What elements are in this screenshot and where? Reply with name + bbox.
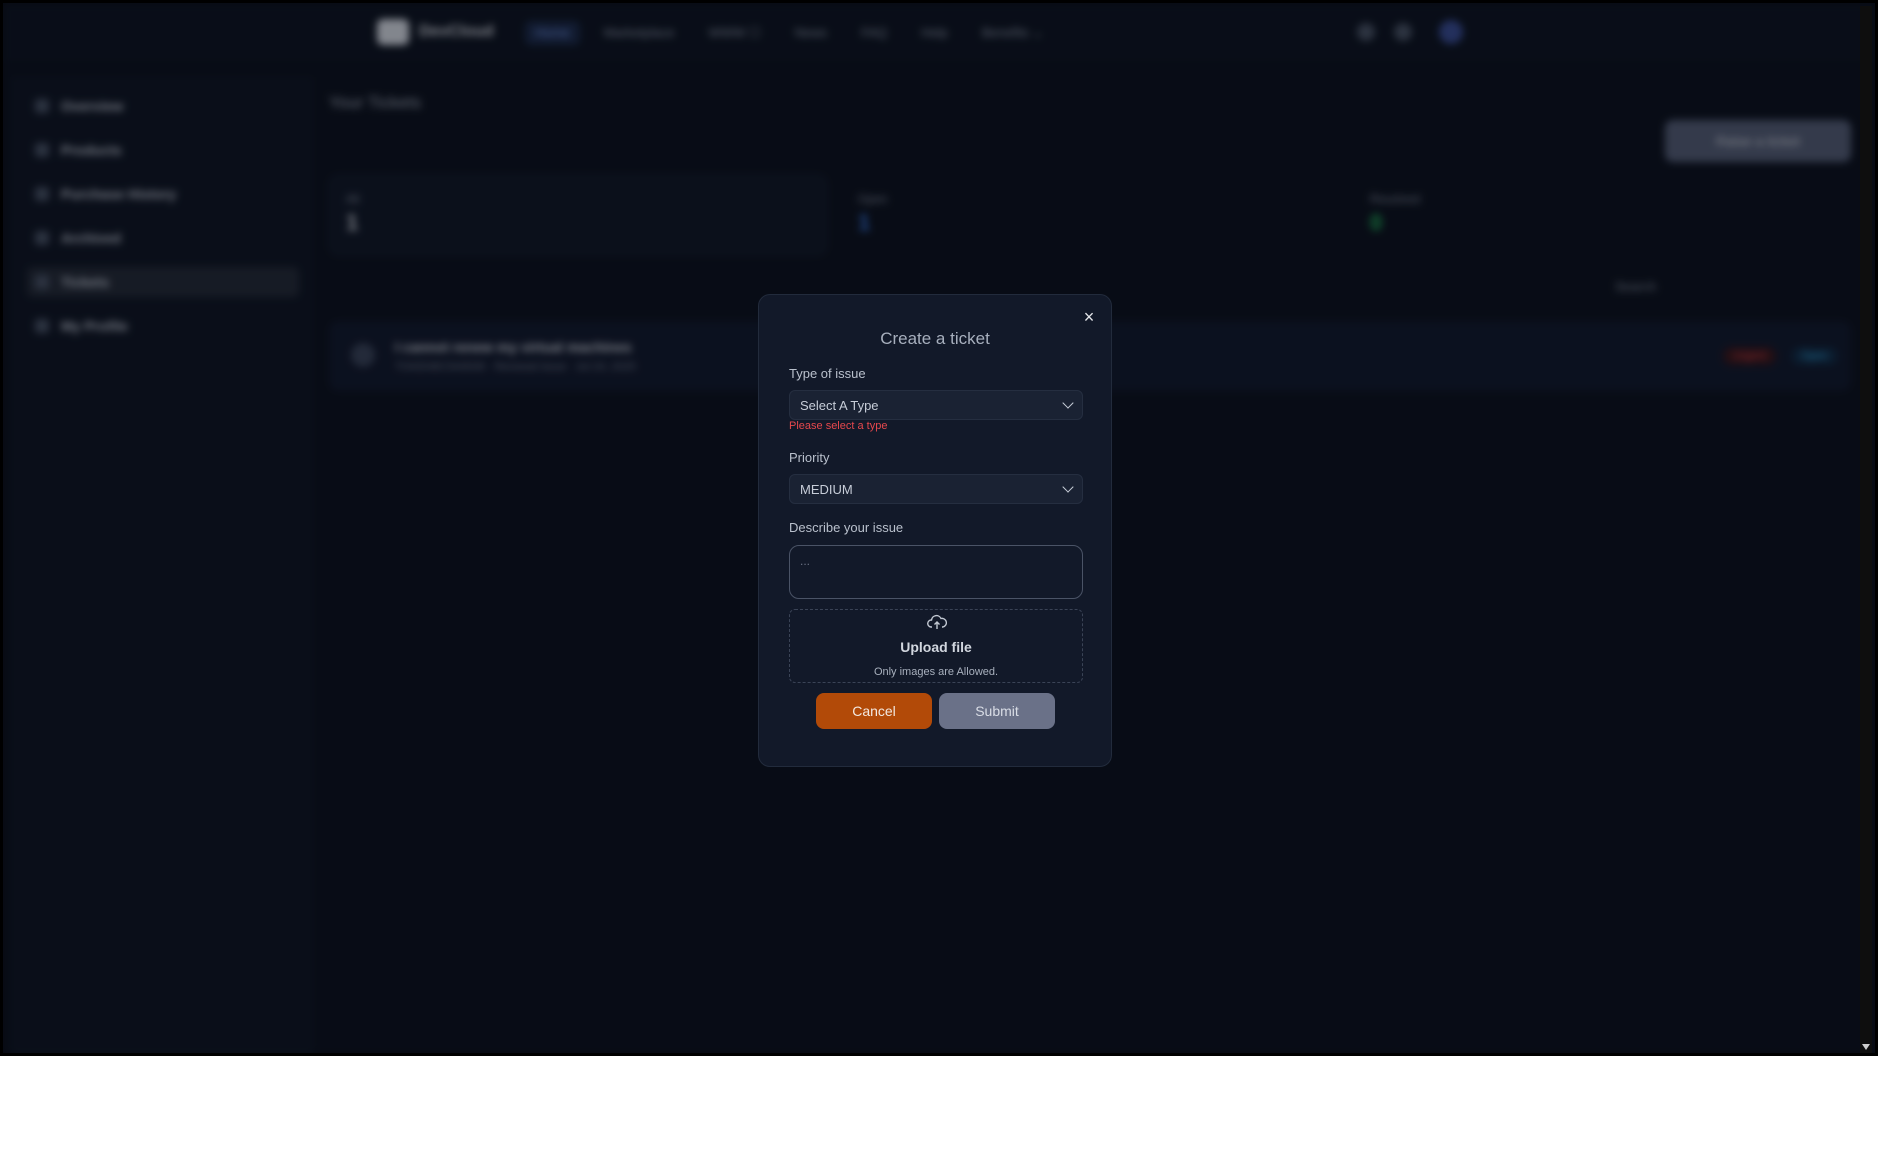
upload-title: Upload file bbox=[900, 639, 972, 655]
sidebar-item-label: Overview bbox=[61, 98, 124, 114]
nav-link-home[interactable]: Home bbox=[525, 21, 580, 45]
stat-value: 1 bbox=[858, 210, 871, 235]
cloud-upload-icon bbox=[927, 614, 948, 630]
cancel-button[interactable]: Cancel bbox=[816, 693, 932, 729]
priority-select[interactable]: MEDIUM bbox=[789, 474, 1083, 504]
theme-toggle-icon[interactable] bbox=[1357, 23, 1375, 41]
nav-link-news[interactable]: News bbox=[785, 21, 838, 45]
priority-badge: Urgent bbox=[1723, 347, 1777, 365]
sidebar-item-label: Archived bbox=[61, 230, 121, 246]
stat-card-open: Open 1 bbox=[841, 175, 1339, 255]
stat-card-all: All 1 bbox=[329, 175, 827, 255]
chevron-down-icon bbox=[1062, 481, 1074, 493]
box-icon bbox=[35, 143, 49, 157]
sidebar-item-overview[interactable]: Overview bbox=[27, 91, 299, 121]
priority-label: Priority bbox=[789, 450, 830, 465]
sidebar-item-archived[interactable]: Archived bbox=[27, 223, 299, 253]
create-ticket-modal: × Create a ticket Type of issue Select A… bbox=[758, 294, 1112, 767]
modal-title: Create a ticket bbox=[880, 329, 990, 348]
search-input[interactable]: Search bbox=[1615, 279, 1851, 303]
ticket-icon bbox=[35, 275, 49, 289]
submit-button[interactable]: Submit bbox=[939, 693, 1055, 729]
close-icon[interactable]: × bbox=[1079, 307, 1099, 327]
stat-label: Open bbox=[858, 192, 888, 206]
grid-icon bbox=[35, 99, 49, 113]
top-navbar: DevCloud Home Marketplace WWW ☐ News FAQ… bbox=[3, 3, 1875, 61]
type-of-issue-value: Select A Type bbox=[800, 397, 879, 413]
ticket-title: I cannot renew my virtual machines bbox=[395, 339, 632, 355]
stat-card-resolved: Resolved 0 bbox=[1353, 175, 1851, 255]
scroll-down-arrow-icon[interactable] bbox=[1862, 1044, 1870, 1050]
sidebar-item-label: Tickets bbox=[61, 274, 109, 290]
type-of-issue-select[interactable]: Select A Type bbox=[789, 390, 1083, 420]
ticket-meta: TOKEN8C5A9008 · Renewal issue · Jul 24, … bbox=[395, 361, 636, 373]
notification-bell-icon[interactable] bbox=[1394, 23, 1412, 41]
stat-label: All bbox=[346, 192, 360, 206]
nav-link-marketplace[interactable]: Marketplace bbox=[594, 21, 685, 45]
sidebar-item-label: Purchase History bbox=[61, 186, 177, 202]
avatar[interactable] bbox=[1439, 20, 1463, 44]
nav-link-benefits[interactable]: Benefits ⌄ bbox=[972, 21, 1053, 45]
nav-link-www[interactable]: WWW ☐ bbox=[699, 21, 771, 45]
sidebar: Overview Products Purchase History Archi… bbox=[11, 77, 313, 1053]
type-of-issue-label: Type of issue bbox=[789, 366, 866, 381]
receipt-icon bbox=[35, 187, 49, 201]
describe-issue-textarea[interactable]: ... bbox=[789, 545, 1083, 599]
nav-link-faq[interactable]: FAQ bbox=[851, 21, 897, 45]
raise-ticket-button[interactable]: Raise a ticket bbox=[1665, 120, 1851, 162]
brand-logo-icon bbox=[377, 19, 409, 45]
archive-icon bbox=[35, 231, 49, 245]
priority-value: MEDIUM bbox=[800, 481, 853, 497]
sidebar-item-tickets[interactable]: Tickets bbox=[27, 267, 299, 297]
stat-value: 0 bbox=[1370, 210, 1383, 235]
sidebar-item-products[interactable]: Products bbox=[27, 135, 299, 165]
ticket-icon bbox=[351, 343, 375, 367]
sidebar-item-my-profile[interactable]: My Profile bbox=[27, 311, 299, 341]
sidebar-item-label: Products bbox=[61, 142, 122, 158]
brand-name: DevCloud bbox=[419, 23, 494, 40]
upload-hint: Only images are Allowed. bbox=[873, 666, 999, 678]
scrollbar[interactable] bbox=[1860, 6, 1872, 1053]
describe-issue-label: Describe your issue bbox=[789, 520, 904, 535]
nav-links: Home Marketplace WWW ☐ News FAQ Help Ben… bbox=[525, 21, 1053, 45]
browser-viewport: DevCloud Home Marketplace WWW ☐ News FAQ… bbox=[0, 0, 1878, 1056]
page-title: Your Tickets bbox=[329, 93, 421, 112]
stat-label: Resolved bbox=[1370, 192, 1421, 206]
status-badge: Open bbox=[1791, 347, 1838, 365]
type-error-message: Please select a type bbox=[789, 420, 888, 432]
chevron-down-icon bbox=[1062, 397, 1074, 409]
sidebar-item-purchase-history[interactable]: Purchase History bbox=[27, 179, 299, 209]
user-icon bbox=[35, 319, 49, 333]
upload-file-dropzone[interactable]: Upload file Only images are Allowed. bbox=[789, 609, 1083, 683]
stat-value: 1 bbox=[346, 210, 359, 235]
nav-link-help[interactable]: Help bbox=[911, 21, 958, 45]
sidebar-item-label: My Profile bbox=[61, 318, 128, 334]
